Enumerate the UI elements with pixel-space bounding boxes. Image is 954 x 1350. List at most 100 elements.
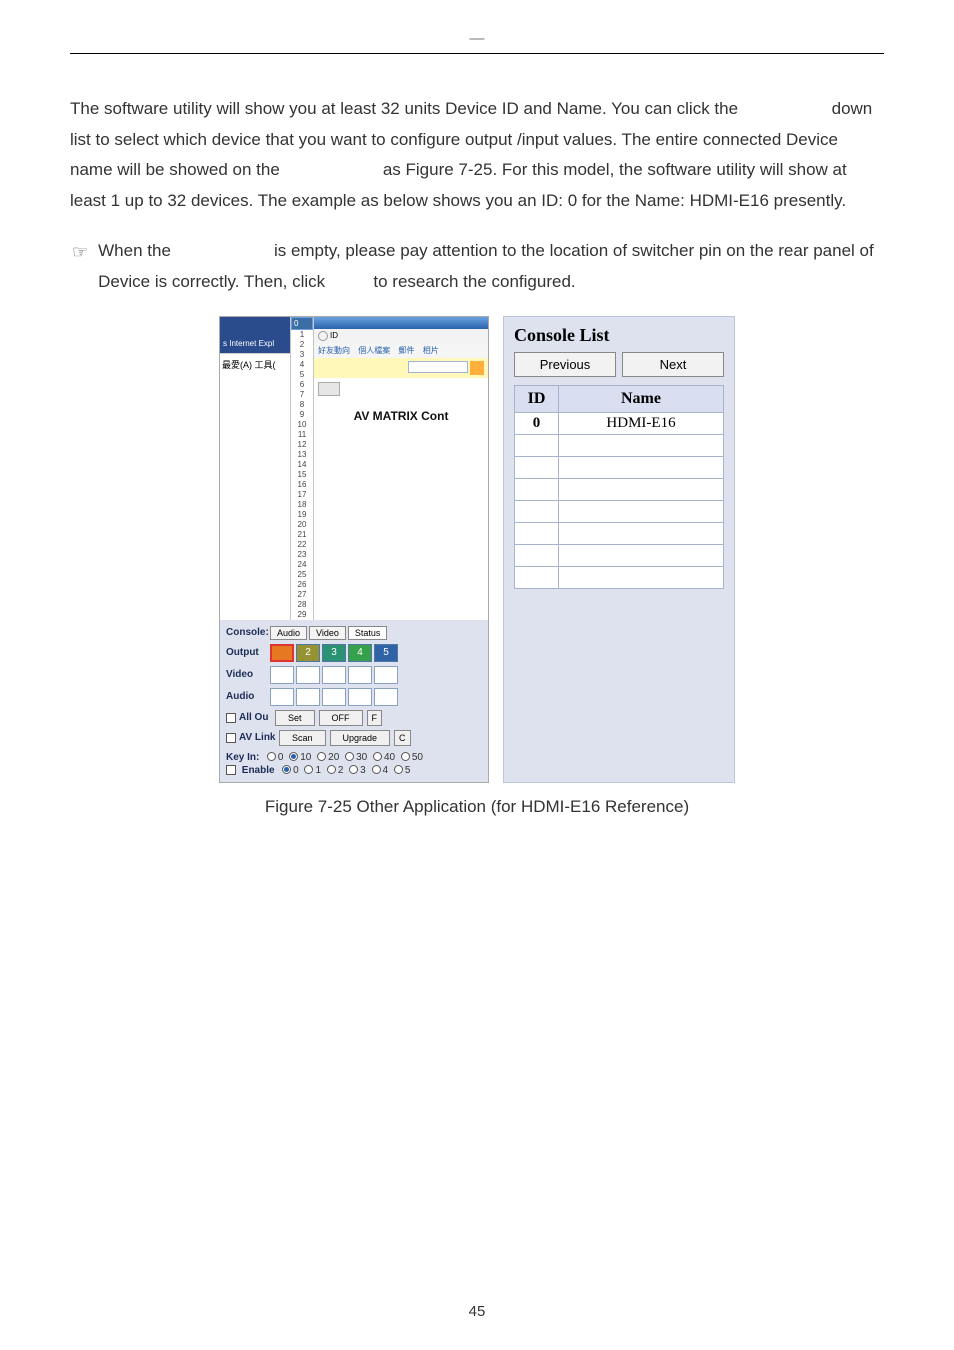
- enable-checkbox[interactable]: [226, 765, 236, 775]
- enable-radio-4[interactable]: [372, 765, 381, 774]
- dropdown-item[interactable]: 15: [291, 470, 313, 480]
- dropdown-item[interactable]: 11: [291, 430, 313, 440]
- dropdown-item[interactable]: 7: [291, 390, 313, 400]
- dropdown-item[interactable]: 12: [291, 440, 313, 450]
- dropdown-item[interactable]: 18: [291, 500, 313, 510]
- off-button[interactable]: OFF: [319, 710, 363, 726]
- enable-opt: 2: [338, 765, 344, 776]
- audio-cell[interactable]: [348, 688, 372, 706]
- video-cell[interactable]: [270, 666, 294, 684]
- dropdown-item[interactable]: 16: [291, 480, 313, 490]
- output-cell-2[interactable]: 2: [296, 644, 320, 662]
- dropdown-item[interactable]: 8: [291, 400, 313, 410]
- tab-video[interactable]: Video: [309, 626, 346, 640]
- link-friends[interactable]: 好友動向: [318, 346, 350, 355]
- dropdown-item[interactable]: 3: [291, 350, 313, 360]
- dropdown-item[interactable]: 13: [291, 450, 313, 460]
- cell-id: [515, 566, 559, 588]
- dropdown-item[interactable]: 20: [291, 520, 313, 530]
- cell-id: 0: [515, 412, 559, 434]
- cell-name: [559, 566, 724, 588]
- dropdown-item[interactable]: 2: [291, 340, 313, 350]
- dropdown-item[interactable]: 25: [291, 570, 313, 580]
- allout-checkbox[interactable]: [226, 713, 236, 723]
- keyin-radio-0[interactable]: [267, 752, 276, 761]
- table-row[interactable]: [515, 544, 724, 566]
- enable-radio-5[interactable]: [394, 765, 403, 774]
- matrix-panel: Console: Audio Video Status Output 2 3 4…: [220, 620, 488, 782]
- link-profile[interactable]: 個人檔案: [358, 346, 390, 355]
- dropdown-item[interactable]: 21: [291, 530, 313, 540]
- video-cell[interactable]: [322, 666, 346, 684]
- dropdown-item[interactable]: 4: [291, 360, 313, 370]
- dropdown-item[interactable]: 6: [291, 380, 313, 390]
- enable-opt: 5: [405, 765, 411, 776]
- f-button[interactable]: F: [367, 710, 383, 726]
- tab-audio[interactable]: Audio: [270, 626, 307, 640]
- scan-button[interactable]: Scan: [279, 730, 326, 746]
- link-photos[interactable]: 相片: [423, 346, 439, 355]
- audio-cell[interactable]: [322, 688, 346, 706]
- console-id-dropdown[interactable]: 0 1 2 3 4 5 6 7 8 9 10 11 12 13 14 15 16: [290, 317, 314, 620]
- keyin-radio-10[interactable]: [289, 752, 298, 761]
- output-cell-1[interactable]: [270, 644, 294, 662]
- table-row[interactable]: 0 HDMI-E16: [515, 412, 724, 434]
- table-row[interactable]: [515, 434, 724, 456]
- output-cell-4[interactable]: 4: [348, 644, 372, 662]
- cell-name: [559, 500, 724, 522]
- dropdown-item[interactable]: 27: [291, 590, 313, 600]
- dropdown-item[interactable]: 23: [291, 550, 313, 560]
- cell-id: [515, 544, 559, 566]
- set-button[interactable]: Set: [275, 710, 315, 726]
- dropdown-item[interactable]: 9: [291, 410, 313, 420]
- table-row[interactable]: [515, 522, 724, 544]
- dropdown-selected[interactable]: 0: [291, 317, 313, 330]
- keyin-radio-20[interactable]: [317, 752, 326, 761]
- dropdown-item[interactable]: 29: [291, 610, 313, 620]
- search-go-icon[interactable]: [470, 361, 484, 375]
- menu-tool[interactable]: 工具(: [255, 360, 276, 370]
- avlink-checkbox[interactable]: [226, 733, 236, 743]
- link-mail[interactable]: 郵件: [398, 346, 414, 355]
- table-row[interactable]: [515, 478, 724, 500]
- back-icon[interactable]: [318, 331, 328, 341]
- tab-status[interactable]: Status: [348, 626, 388, 640]
- dropdown-item[interactable]: 19: [291, 510, 313, 520]
- output-cell-5[interactable]: 5: [374, 644, 398, 662]
- dropdown-item[interactable]: 14: [291, 460, 313, 470]
- video-cell[interactable]: [296, 666, 320, 684]
- enable-opt: 4: [383, 765, 389, 776]
- table-row[interactable]: [515, 500, 724, 522]
- enable-radio-3[interactable]: [349, 765, 358, 774]
- audio-cell[interactable]: [374, 688, 398, 706]
- audio-cell[interactable]: [296, 688, 320, 706]
- enable-radio-1[interactable]: [304, 765, 313, 774]
- dropdown-item[interactable]: 5: [291, 370, 313, 380]
- table-row[interactable]: [515, 456, 724, 478]
- previous-button[interactable]: Previous: [514, 352, 616, 377]
- keyin-radio-40[interactable]: [373, 752, 382, 761]
- dropdown-item[interactable]: 28: [291, 600, 313, 610]
- dropdown-item[interactable]: 1: [291, 330, 313, 340]
- video-cell[interactable]: [348, 666, 372, 684]
- nav-btn[interactable]: [318, 382, 340, 396]
- menu-fav[interactable]: 最愛(A): [222, 360, 252, 370]
- audio-cell[interactable]: [270, 688, 294, 706]
- output-cell-3[interactable]: 3: [322, 644, 346, 662]
- enable-radio-2[interactable]: [327, 765, 336, 774]
- cell-id: [515, 434, 559, 456]
- keyin-radio-50[interactable]: [401, 752, 410, 761]
- dropdown-item[interactable]: 26: [291, 580, 313, 590]
- keyin-radio-30[interactable]: [345, 752, 354, 761]
- c-button[interactable]: C: [394, 730, 411, 746]
- dropdown-item[interactable]: 22: [291, 540, 313, 550]
- next-button[interactable]: Next: [622, 352, 724, 377]
- enable-radio-0[interactable]: [282, 765, 291, 774]
- dropdown-item[interactable]: 17: [291, 490, 313, 500]
- upgrade-button[interactable]: Upgrade: [330, 730, 391, 746]
- table-row[interactable]: [515, 566, 724, 588]
- dropdown-item[interactable]: 10: [291, 420, 313, 430]
- dropdown-item[interactable]: 24: [291, 560, 313, 570]
- video-cell[interactable]: [374, 666, 398, 684]
- search-input[interactable]: [408, 361, 468, 373]
